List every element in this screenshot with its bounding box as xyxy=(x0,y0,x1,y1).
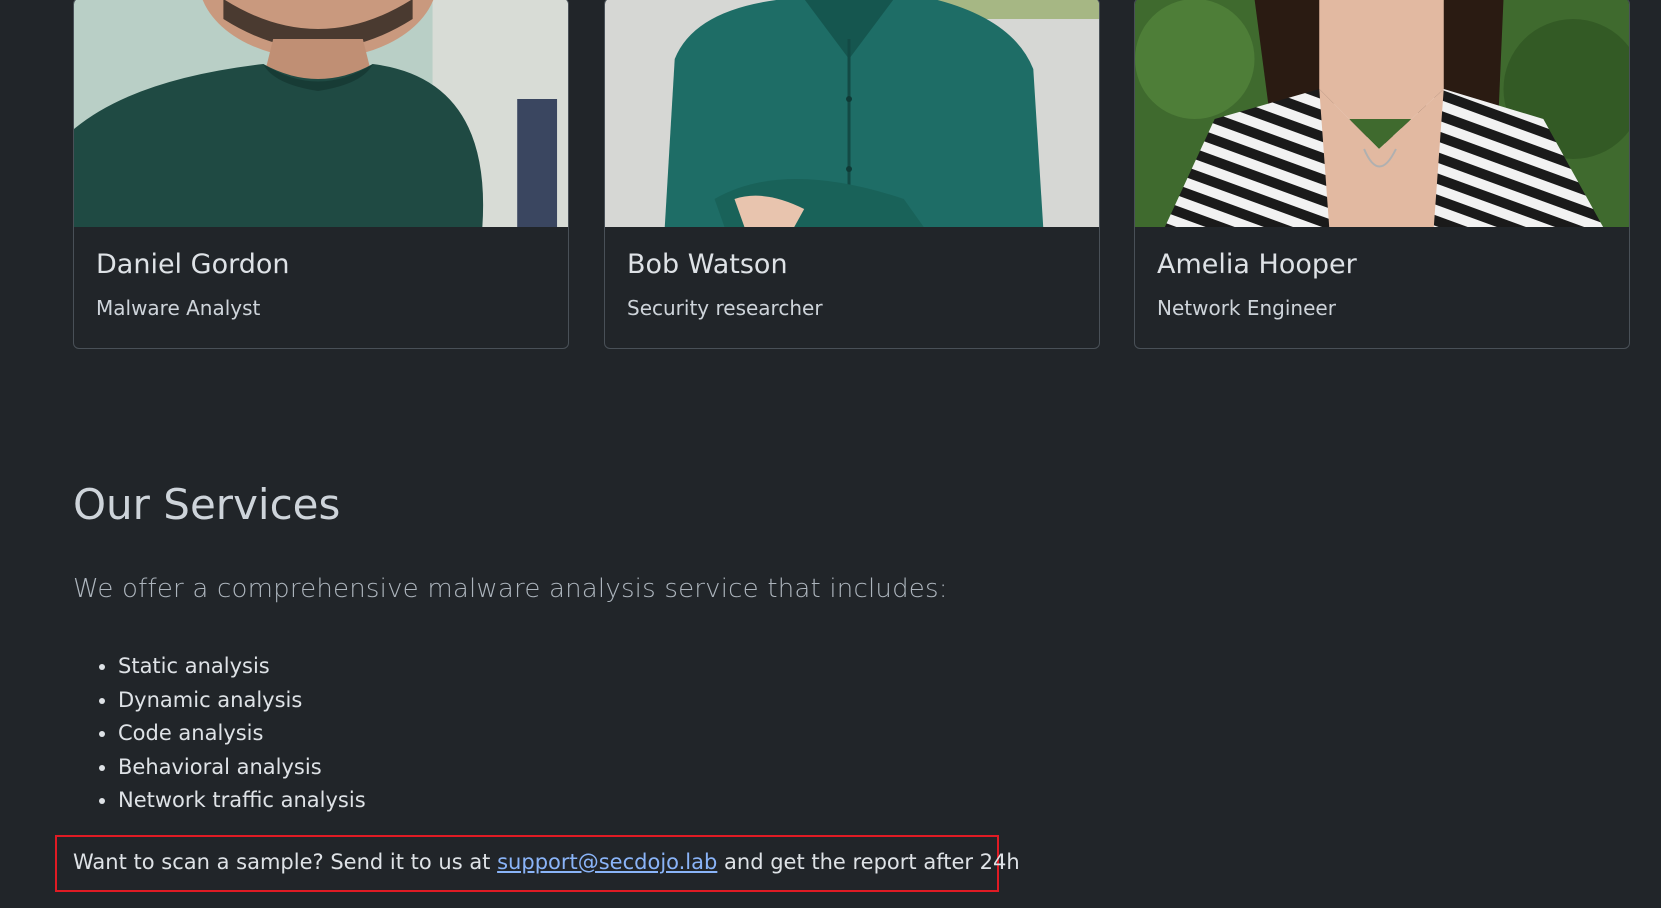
team-photo-daniel-gordon xyxy=(74,0,568,227)
service-item: Dynamic analysis xyxy=(118,684,366,718)
service-item: Code analysis xyxy=(118,717,366,751)
team-member-role: Security researcher xyxy=(627,296,823,321)
team-member-role: Malware Analyst xyxy=(96,296,261,321)
support-email-link[interactable]: support@secdojo.lab xyxy=(497,850,717,874)
team-member-name: Amelia Hooper xyxy=(1157,249,1357,280)
cta-text-after: and get the report after 24h xyxy=(724,850,1020,874)
page: Daniel Gordon Malware Analyst Bob Watson… xyxy=(0,0,1661,908)
services-title: Our Services xyxy=(73,480,341,529)
team-cards: Daniel Gordon Malware Analyst Bob Watson… xyxy=(73,0,1631,350)
service-item: Behavioral analysis xyxy=(118,751,366,785)
team-photo-bob-watson xyxy=(605,0,1099,227)
team-card-daniel-gordon: Daniel Gordon Malware Analyst xyxy=(73,0,569,349)
team-photo-amelia-hooper xyxy=(1135,0,1629,227)
services-lead: We offer a comprehensive malware analysi… xyxy=(73,574,948,604)
service-item: Network traffic analysis xyxy=(118,784,366,818)
services-list: Static analysis Dynamic analysis Code an… xyxy=(96,650,366,818)
team-member-role: Network Engineer xyxy=(1157,296,1336,321)
team-member-name: Bob Watson xyxy=(627,249,788,280)
team-card-amelia-hooper: Amelia Hooper Network Engineer xyxy=(1134,0,1630,349)
team-card-bob-watson: Bob Watson Security researcher xyxy=(604,0,1100,349)
cta-text: Want to scan a sample? Send it to us at … xyxy=(73,852,1020,873)
service-item: Static analysis xyxy=(118,650,366,684)
cta-text-before: Want to scan a sample? Send it to us at xyxy=(73,850,491,874)
team-member-name: Daniel Gordon xyxy=(96,249,290,280)
